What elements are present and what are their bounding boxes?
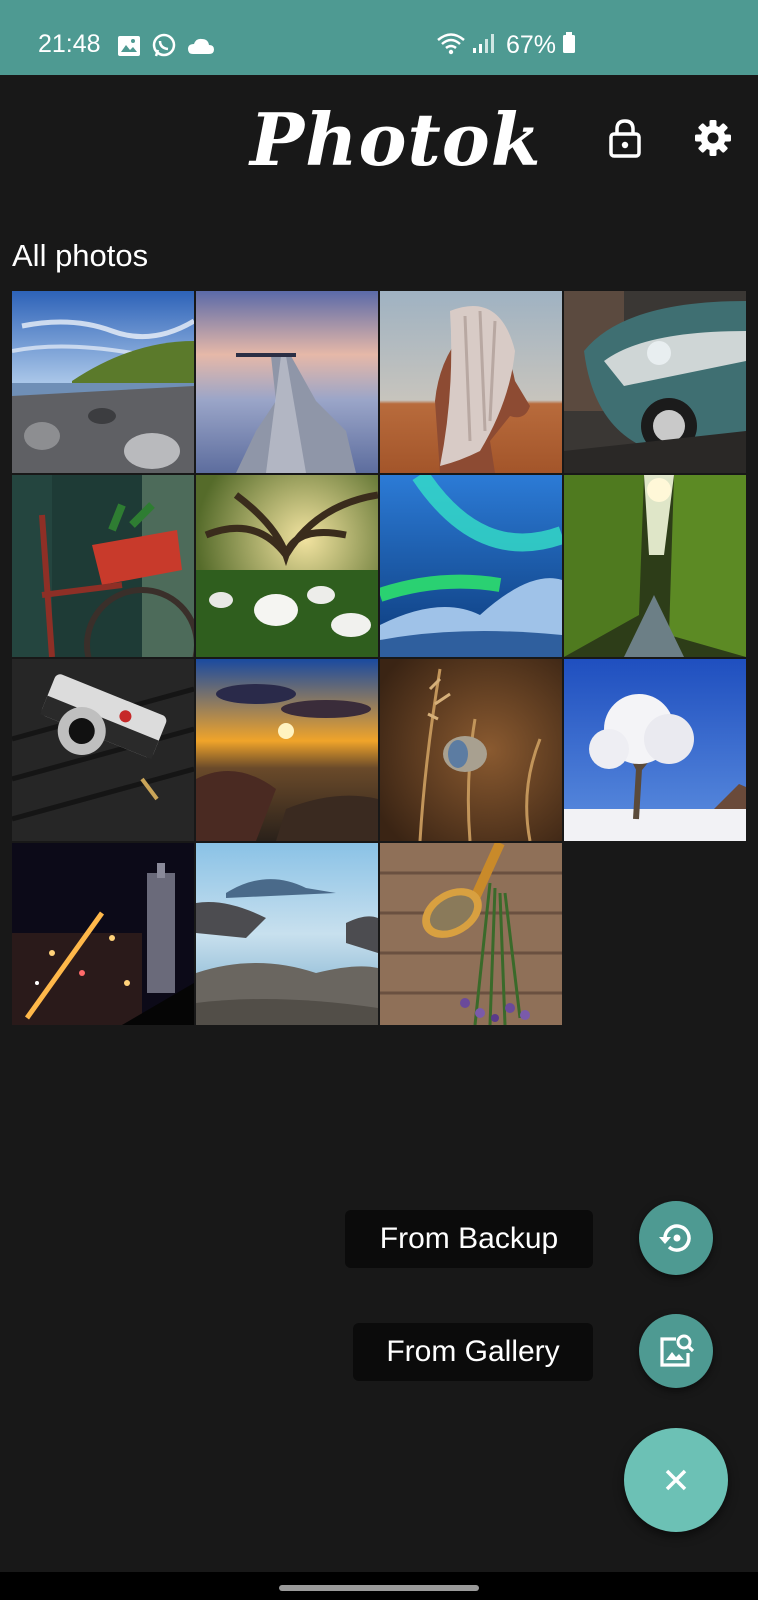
close-fab-button[interactable] <box>624 1428 728 1532</box>
close-icon <box>665 1469 687 1491</box>
battery-percent: 67% <box>506 31 557 59</box>
photo-thumbnail[interactable] <box>196 475 378 657</box>
photo-thumbnail[interactable] <box>380 291 562 473</box>
signal-icon <box>472 32 496 59</box>
home-gesture-handle[interactable] <box>279 1585 479 1591</box>
notification-icons <box>117 33 215 64</box>
status-bar: 21:48 67% <box>0 0 758 75</box>
lock-icon <box>609 119 641 158</box>
from-gallery-label[interactable]: From Gallery <box>353 1323 593 1381</box>
system-icons: 67% <box>436 31 576 60</box>
battery-icon <box>562 32 576 59</box>
status-time: 21:48 <box>38 30 101 58</box>
photo-thumbnail[interactable] <box>564 475 746 657</box>
photo-thumbnail[interactable] <box>380 659 562 841</box>
app-logo: Photok <box>250 97 542 182</box>
from-gallery-button[interactable] <box>639 1314 713 1388</box>
image-icon <box>117 35 141 62</box>
photo-grid <box>12 291 748 1025</box>
wifi-icon <box>436 31 466 60</box>
photo-thumbnail[interactable] <box>12 475 194 657</box>
restore-icon <box>659 1224 691 1252</box>
whatsapp-icon <box>151 33 177 64</box>
gear-icon <box>695 120 731 156</box>
photo-thumbnail[interactable] <box>196 843 378 1025</box>
settings-button[interactable] <box>685 110 741 166</box>
photo-thumbnail[interactable] <box>564 291 746 473</box>
photo-thumbnail[interactable] <box>196 291 378 473</box>
photo-thumbnail[interactable] <box>380 843 562 1025</box>
section-title: All photos <box>12 238 149 273</box>
photo-thumbnail[interactable] <box>564 659 746 841</box>
image-search-icon <box>660 1334 695 1367</box>
photo-thumbnail[interactable] <box>12 291 194 473</box>
photo-thumbnail[interactable] <box>380 475 562 657</box>
lock-button[interactable] <box>597 110 653 166</box>
photo-thumbnail[interactable] <box>12 843 194 1025</box>
from-backup-button[interactable] <box>639 1201 713 1275</box>
from-backup-label[interactable]: From Backup <box>345 1210 593 1268</box>
photo-thumbnail[interactable] <box>12 659 194 841</box>
photo-thumbnail[interactable] <box>196 659 378 841</box>
cloud-icon <box>187 37 215 60</box>
